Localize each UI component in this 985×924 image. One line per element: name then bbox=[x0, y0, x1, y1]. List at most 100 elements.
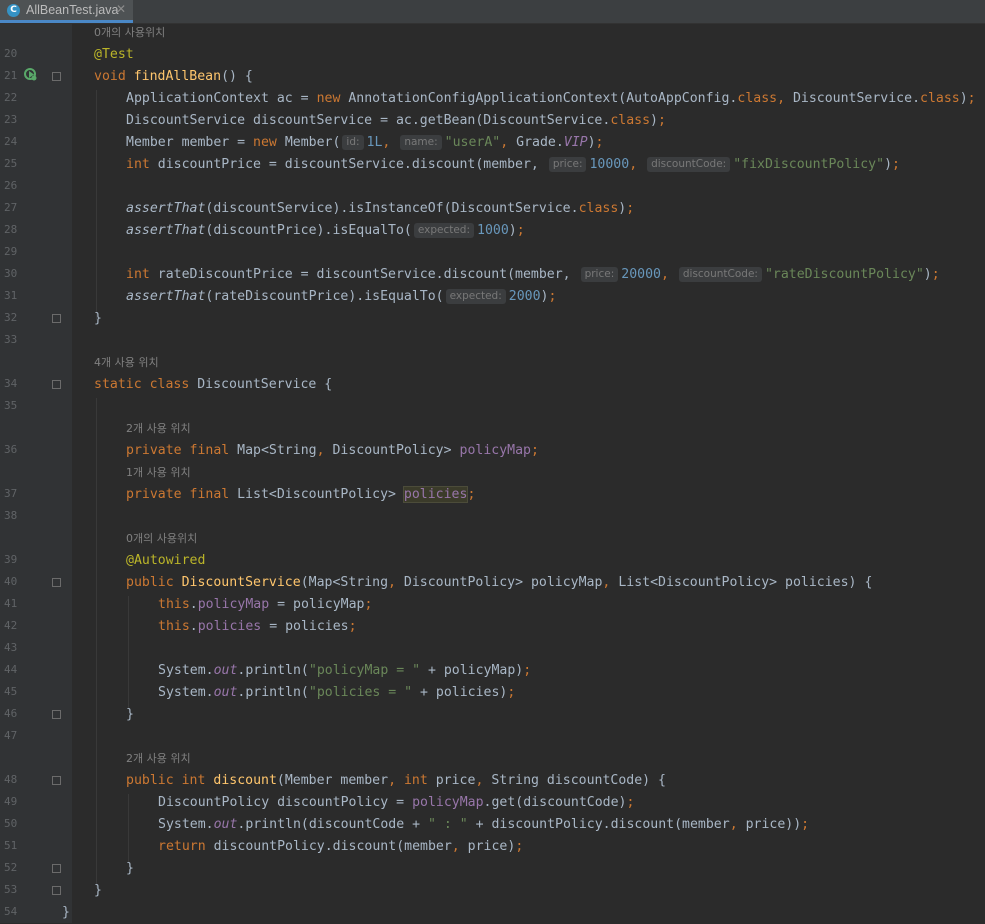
semicolon: ; bbox=[801, 817, 810, 832]
line-number: 54 bbox=[4, 905, 18, 918]
code-line-22[interactable]: 22 ApplicationContext ac = new Annotatio… bbox=[0, 88, 985, 110]
keyword: this bbox=[158, 619, 190, 634]
code-text: System. bbox=[158, 663, 214, 678]
code-text: ) bbox=[959, 91, 968, 106]
code-text: DiscountService { bbox=[189, 377, 333, 392]
code-line-40[interactable]: 40 public DiscountService(Map<String, Di… bbox=[0, 572, 985, 594]
tab-allbeantest[interactable]: C AllBeanTest.java ✕ bbox=[0, 0, 133, 23]
code-line-36[interactable]: 36 private final Map<String, DiscountPol… bbox=[0, 440, 985, 462]
close-icon[interactable]: ✕ bbox=[116, 2, 126, 16]
code-line-25[interactable]: 25 int discountPrice = discountService.d… bbox=[0, 154, 985, 176]
code-line-49[interactable]: 49 DiscountPolicy discountPolicy = polic… bbox=[0, 792, 985, 814]
comma: , bbox=[660, 267, 669, 282]
code-line-43[interactable]: 43 bbox=[0, 638, 985, 660]
string-literal: "userA" bbox=[444, 135, 501, 150]
param-hint-expected: expected: bbox=[413, 223, 475, 238]
string-literal: "policies = " bbox=[308, 685, 413, 700]
code-line-37[interactable]: 37 private final List<DiscountPolicy> po… bbox=[0, 484, 985, 506]
code-line-38[interactable]: 38 bbox=[0, 506, 985, 528]
semicolon: ; bbox=[548, 289, 557, 304]
code-line-39[interactable]: 39 @Autowired bbox=[0, 550, 985, 572]
code-line-31[interactable]: 31 assertThat(rateDiscountPrice).isEqual… bbox=[0, 286, 985, 308]
code-line-47[interactable]: 47 bbox=[0, 726, 985, 748]
usage-hint[interactable]: 0개의 사용위치 bbox=[0, 528, 985, 550]
usage-hint[interactable]: 2개 사용 위치 bbox=[0, 748, 985, 770]
code-text: (discountPrice).isEqualTo( bbox=[205, 223, 412, 238]
code-line-52[interactable]: 52 } bbox=[0, 858, 985, 880]
semicolon: ; bbox=[523, 663, 532, 678]
code-line-23[interactable]: 23 DiscountService discountService = ac.… bbox=[0, 110, 985, 132]
code-text: = policies bbox=[261, 619, 349, 634]
usage-hint[interactable]: 0개의 사용위치 bbox=[0, 22, 985, 44]
usage-hint-text[interactable]: 2개 사용 위치 bbox=[126, 748, 191, 770]
editor-tab-bar: C AllBeanTest.java ✕ bbox=[0, 0, 985, 24]
number-literal: 20000 bbox=[621, 267, 661, 282]
highlighted-field-name[interactable]: policies bbox=[402, 486, 469, 503]
code-line-50[interactable]: 50 System.out.println(discountCode + " :… bbox=[0, 814, 985, 836]
usage-hint-text[interactable]: 2개 사용 위치 bbox=[126, 418, 191, 440]
code-text: (Map<String bbox=[300, 575, 389, 590]
code-line-53[interactable]: 53 } bbox=[0, 880, 985, 902]
keyword: int bbox=[126, 157, 150, 172]
code-line-32[interactable]: 32 } bbox=[0, 308, 985, 330]
usage-hint-text[interactable]: 0개의 사용위치 bbox=[94, 22, 165, 44]
code-line-30[interactable]: 30 int rateDiscountPrice = discountServi… bbox=[0, 264, 985, 286]
code-text: ) bbox=[650, 113, 658, 128]
keyword: class bbox=[737, 91, 778, 106]
code-text: DiscountService. bbox=[785, 91, 921, 106]
code-line-42[interactable]: 42 this.policies = policies; bbox=[0, 616, 985, 638]
line-number: 30 bbox=[4, 267, 18, 280]
code-line-27[interactable]: 27 assertThat(discountService).isInstanc… bbox=[0, 198, 985, 220]
keyword: static bbox=[94, 377, 142, 392]
code-line-33[interactable]: 33 bbox=[0, 330, 985, 352]
tab-label: AllBeanTest.java bbox=[26, 3, 119, 17]
code-line-24[interactable]: 24 Member member = new Member(id: 1L, nam… bbox=[0, 132, 985, 154]
code-text: ) bbox=[884, 157, 893, 172]
code-line-29[interactable]: 29 bbox=[0, 242, 985, 264]
code-text: price) bbox=[459, 839, 516, 854]
code-line-35[interactable]: 35 bbox=[0, 396, 985, 418]
code-text: .println( bbox=[237, 663, 309, 678]
line-number: 38 bbox=[4, 509, 18, 522]
keyword: private bbox=[126, 443, 182, 458]
static-field: out bbox=[213, 817, 238, 832]
code-text: . bbox=[189, 619, 198, 634]
line-number: 35 bbox=[4, 399, 18, 412]
code-line-48[interactable]: 48 public int discount(Member member, in… bbox=[0, 770, 985, 792]
code-text: List<DiscountPolicy> bbox=[229, 487, 404, 502]
code-text: ) bbox=[587, 135, 596, 150]
code-line-46[interactable]: 46 } bbox=[0, 704, 985, 726]
comma: , bbox=[500, 135, 509, 150]
code-text: . bbox=[189, 597, 198, 612]
code-text: ) bbox=[508, 223, 517, 238]
code-line-45[interactable]: 45 System.out.println("policies = " + po… bbox=[0, 682, 985, 704]
usage-hint[interactable]: 4개 사용 위치 bbox=[0, 352, 985, 374]
line-number: 33 bbox=[4, 333, 18, 346]
code-line-20[interactable]: 20 @Test bbox=[0, 44, 985, 66]
semicolon: ; bbox=[967, 91, 976, 106]
code-text: .get(discountCode) bbox=[483, 795, 627, 810]
usage-hint-text[interactable]: 0개의 사용위치 bbox=[126, 528, 197, 550]
static-method: assertThat bbox=[126, 223, 206, 238]
code-line-44[interactable]: 44 System.out.println("policyMap = " + p… bbox=[0, 660, 985, 682]
code-line-51[interactable]: 51 return discountPolicy.discount(member… bbox=[0, 836, 985, 858]
comma: , bbox=[629, 157, 638, 172]
usage-hint-text[interactable]: 1개 사용 위치 bbox=[126, 462, 191, 484]
code-text: discountPolicy.discount(member bbox=[205, 839, 452, 854]
code-line-21[interactable]: 21 void findAllBean() { bbox=[0, 66, 985, 88]
usage-hint[interactable]: 1개 사용 위치 bbox=[0, 462, 985, 484]
code-line-26[interactable]: 26 bbox=[0, 176, 985, 198]
keyword: int bbox=[403, 773, 428, 788]
method-name: discount bbox=[213, 773, 277, 788]
field-name: policies bbox=[197, 619, 262, 634]
usage-hint-text[interactable]: 4개 사용 위치 bbox=[94, 352, 159, 374]
code-line-54[interactable]: 54 } bbox=[0, 902, 985, 924]
code-text: = policyMap bbox=[269, 597, 365, 612]
number-literal: 10000 bbox=[589, 157, 630, 172]
code-line-28[interactable]: 28 assertThat(discountPrice).isEqualTo(e… bbox=[0, 220, 985, 242]
code-line-41[interactable]: 41 this.policyMap = policyMap; bbox=[0, 594, 985, 616]
comma: , bbox=[382, 135, 391, 150]
usage-hint[interactable]: 2개 사용 위치 bbox=[0, 418, 985, 440]
code-line-34[interactable]: 34 static class DiscountService { bbox=[0, 374, 985, 396]
code-text: System. bbox=[158, 817, 214, 832]
